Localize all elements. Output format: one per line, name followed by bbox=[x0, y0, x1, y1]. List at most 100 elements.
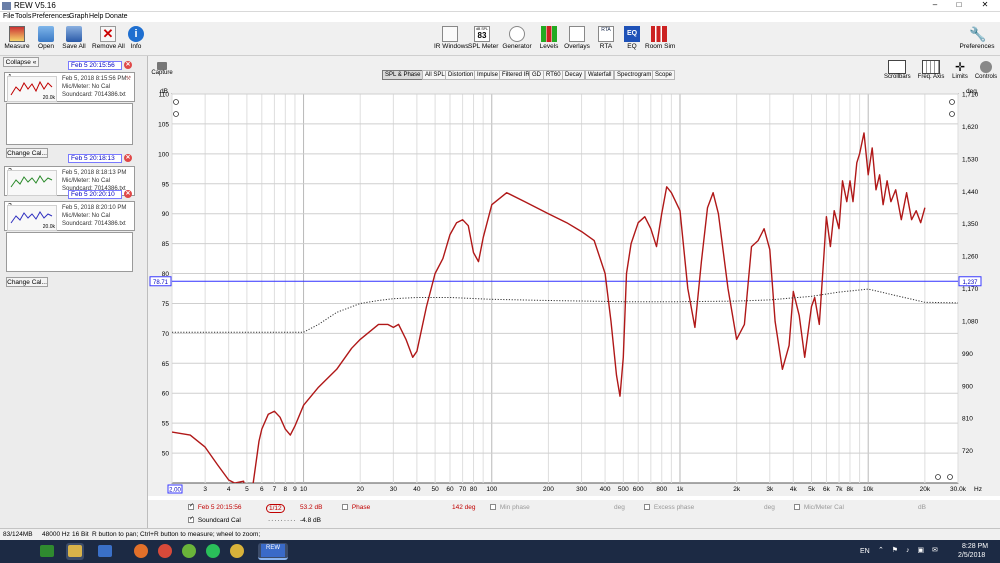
tab-waterfall[interactable]: Waterfall bbox=[585, 70, 615, 80]
remove-measurement-3-icon[interactable]: ✕ bbox=[124, 190, 132, 198]
language-indicator[interactable]: EN bbox=[860, 548, 870, 555]
clock-date[interactable]: 2/5/2018 bbox=[958, 552, 985, 559]
tab-impulse[interactable]: Impulse bbox=[474, 70, 502, 80]
freq-axis-icon bbox=[922, 60, 940, 74]
taskbar-app-utorrent[interactable] bbox=[180, 543, 198, 560]
legend-checkbox-excess-phase[interactable] bbox=[644, 504, 650, 511]
room-sim-button[interactable]: Room Sim bbox=[645, 26, 675, 50]
freq-axis-button[interactable]: Freq. Axis bbox=[916, 60, 946, 80]
tab-gd[interactable]: GD bbox=[529, 70, 544, 80]
scrollbars-button[interactable]: Scrollbars bbox=[884, 60, 911, 80]
tab-decay[interactable]: Decay bbox=[562, 70, 586, 80]
y2-axis-unit: deg bbox=[966, 88, 977, 95]
spl-meter-button[interactable]: dB SPL 83 SPL Meter bbox=[468, 26, 498, 50]
legend-row-soundcard: Soundcard Cal bbox=[188, 515, 241, 524]
maximize-icon[interactable]: □ bbox=[948, 0, 970, 11]
generator-icon bbox=[509, 26, 525, 42]
info-button[interactable]: i Info bbox=[127, 26, 145, 50]
tab-spl-phase[interactable]: SPL & Phase bbox=[382, 70, 424, 80]
legend-checkbox-phase[interactable] bbox=[342, 504, 348, 511]
remove-measurement-1-icon[interactable]: ✕ bbox=[124, 61, 132, 69]
preferences-button[interactable]: 🔧 Preferences bbox=[958, 26, 996, 50]
menu-help[interactable]: Help bbox=[89, 13, 103, 20]
legend-checkbox-soundcard[interactable] bbox=[188, 515, 194, 524]
change-cal-button-1[interactable]: Change Cal... bbox=[6, 148, 48, 158]
change-cal-button-3[interactable]: Change Cal... bbox=[6, 277, 48, 287]
eq-button[interactable]: EQ EQ bbox=[622, 26, 642, 50]
taskbar-app-spotify[interactable] bbox=[204, 543, 222, 560]
taskbar-app-store[interactable] bbox=[96, 543, 114, 560]
utorrent-icon bbox=[182, 544, 196, 558]
status-bar: 83/124MB 48000 Hz 16 Bit R button to pan… bbox=[0, 528, 1000, 540]
x-tick-label: 3k bbox=[766, 486, 774, 493]
zoom-out-icon[interactable] bbox=[949, 111, 955, 117]
taskbar-app-rew[interactable]: REW bbox=[258, 543, 288, 560]
measurement-title-2[interactable]: Feb 5 20:18:13 bbox=[68, 154, 122, 163]
measure-button[interactable]: Measure bbox=[4, 26, 30, 50]
close-icon[interactable]: ✕ bbox=[972, 0, 998, 11]
legend-checkbox-measurement[interactable] bbox=[188, 502, 194, 511]
tools-icon[interactable]: ⚒ bbox=[126, 75, 131, 82]
y-tick-label: 90 bbox=[162, 211, 170, 218]
controls-button[interactable]: Controls bbox=[974, 60, 998, 80]
zoom-out-icon[interactable] bbox=[173, 111, 179, 117]
zoom-x-out-icon[interactable] bbox=[947, 474, 953, 480]
limits-button[interactable]: ✛ Limits bbox=[950, 60, 970, 80]
menu-tools[interactable]: Tools bbox=[15, 13, 31, 20]
menu-file[interactable]: File bbox=[3, 13, 14, 20]
overlays-button[interactable]: Overlays bbox=[564, 26, 590, 50]
graph-canvas[interactable]: 3 4 5 6 7 8 9 10 20 30 40 50 60 70 80 100 200 300 400 500 60… bbox=[148, 86, 1000, 496]
rew-app-icon: REW bbox=[261, 544, 285, 557]
tab-scope[interactable]: Scope bbox=[652, 70, 676, 80]
zoom-in-icon[interactable] bbox=[173, 99, 179, 105]
measurement-title-3[interactable]: Feb 5 20:20:10 bbox=[68, 190, 122, 199]
taskbar-app-nvidia[interactable] bbox=[38, 543, 56, 560]
tab-filtered-ir[interactable]: Filtered IR bbox=[499, 70, 533, 80]
windows-taskbar: REW EN ⌃ ⚑ ♪ ▣ ✉ 8:28 PM 2/5/2018 bbox=[0, 540, 1000, 563]
menu-preferences[interactable]: Preferences bbox=[32, 13, 70, 20]
thumbnail-trace-2 bbox=[10, 175, 53, 188]
remove-measurement-2-icon[interactable]: ✕ bbox=[124, 154, 132, 162]
taskbar-app-chrome[interactable] bbox=[156, 543, 174, 560]
legend-smoothing[interactable]: 1/12 bbox=[266, 504, 285, 513]
tab-all-spl[interactable]: All SPL bbox=[422, 70, 448, 80]
legend-mic-cal-unit: dB bbox=[918, 504, 926, 511]
ir-windows-button[interactable]: IR Windows bbox=[434, 26, 469, 50]
notes-box-1[interactable] bbox=[6, 103, 133, 145]
x-tick-label: 300 bbox=[576, 486, 587, 493]
x-tick-label: 400 bbox=[600, 486, 611, 493]
levels-button[interactable]: Levels bbox=[537, 26, 561, 50]
spl-phase-graph[interactable]: 3 4 5 6 7 8 9 10 20 30 40 50 60 70 80 100 200 300 400 500 60… bbox=[148, 86, 1000, 496]
menu-bar: File Tools Preferences Graph Help Donate bbox=[0, 12, 1000, 22]
menu-graph[interactable]: Graph bbox=[69, 13, 88, 20]
measurement-title-1[interactable]: Feb 5 20:15:56 bbox=[68, 61, 122, 70]
measurement-card-1[interactable]: 1 20.0k Feb 5, 2018 8:15:56 PM Mic/Meter… bbox=[4, 72, 135, 102]
tab-rt60[interactable]: RT60 bbox=[543, 70, 564, 80]
menu-donate[interactable]: Donate bbox=[105, 13, 128, 20]
clock-time[interactable]: 8:28 PM bbox=[962, 543, 988, 550]
minimize-icon[interactable]: – bbox=[924, 0, 946, 11]
zoom-in-icon[interactable] bbox=[949, 99, 955, 105]
nvidia-icon bbox=[40, 545, 54, 557]
zoom-x-in-icon[interactable] bbox=[935, 474, 941, 480]
rta-button[interactable]: RTA RTA bbox=[596, 26, 616, 50]
tab-spectrogram[interactable]: Spectrogram bbox=[614, 70, 655, 80]
notes-box-3[interactable] bbox=[6, 232, 133, 272]
capture-button[interactable]: Capture bbox=[150, 62, 174, 76]
save-all-button[interactable]: Save All bbox=[62, 26, 86, 50]
taskbar-app-firefox[interactable] bbox=[132, 543, 150, 560]
tab-distortion[interactable]: Distortion bbox=[445, 70, 477, 80]
open-button[interactable]: Open bbox=[34, 26, 58, 50]
legend-checkbox-mic-cal[interactable] bbox=[794, 504, 800, 511]
remove-all-button[interactable]: ✕ Remove All bbox=[92, 26, 125, 50]
tray-icons[interactable]: ⌃ ⚑ ♪ ▣ ✉ bbox=[878, 546, 941, 554]
taskbar-app-chrome-2[interactable] bbox=[228, 543, 246, 560]
measurement-card-3[interactable]: 3 20.0k Feb 5, 2018 8:20:10 PM Mic/Meter… bbox=[4, 201, 135, 231]
x-tick-label: 40 bbox=[413, 486, 421, 493]
legend-checkbox-min-phase[interactable] bbox=[490, 504, 496, 511]
y-tick-label: 95 bbox=[162, 181, 170, 188]
generator-button[interactable]: Generator bbox=[502, 26, 532, 50]
y-tick-label: 100 bbox=[158, 151, 169, 158]
taskbar-app-explorer[interactable] bbox=[66, 543, 84, 560]
collapse-button[interactable]: Collapse « bbox=[3, 57, 39, 67]
